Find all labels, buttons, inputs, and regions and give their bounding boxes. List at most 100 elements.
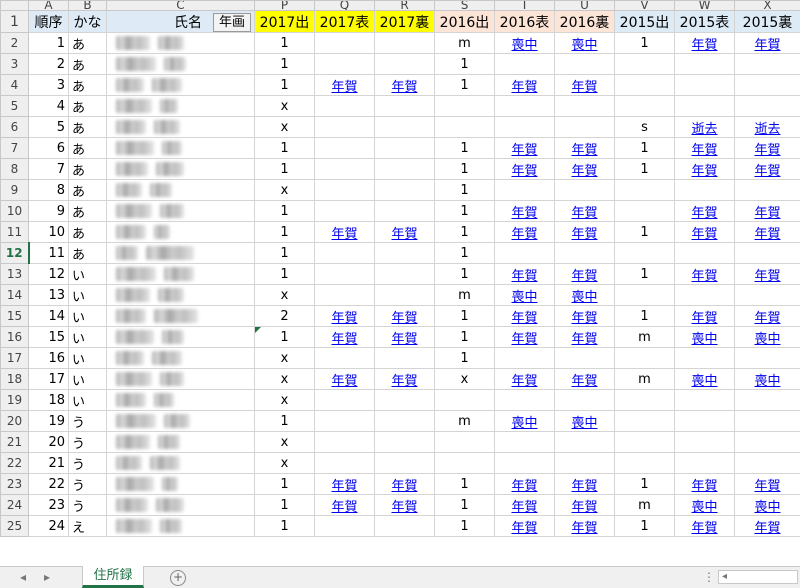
- name-cell[interactable]: [106, 137, 255, 159]
- name-cell[interactable]: [106, 452, 255, 474]
- 2017-front-cell[interactable]: [314, 389, 375, 411]
- 2015-out-cell[interactable]: 1: [614, 305, 675, 327]
- 2017-front-cell[interactable]: 年賀: [314, 74, 375, 96]
- 2017-back-cell[interactable]: [374, 95, 435, 117]
- row-header[interactable]: 25: [0, 515, 29, 537]
- kana-cell[interactable]: え: [68, 515, 107, 537]
- 2017-back-cell[interactable]: [374, 389, 435, 411]
- 2015-back-cell[interactable]: 年賀: [734, 137, 800, 159]
- 2016-out-cell[interactable]: 1: [434, 200, 495, 222]
- name-cell[interactable]: [106, 158, 255, 180]
- 2017-back-cell[interactable]: [374, 263, 435, 285]
- 2017-front-cell[interactable]: [314, 137, 375, 159]
- kana-cell[interactable]: あ: [68, 221, 107, 243]
- order-cell[interactable]: 3: [28, 74, 69, 96]
- name-cell[interactable]: [106, 74, 255, 96]
- row-header[interactable]: 9: [0, 179, 29, 201]
- 2016-back-cell[interactable]: 年賀: [554, 305, 615, 327]
- order-cell[interactable]: 10: [28, 221, 69, 243]
- header-cell-2015-out[interactable]: 2015出: [614, 10, 675, 33]
- column-header-b[interactable]: B: [68, 0, 107, 11]
- row-header[interactable]: 19: [0, 389, 29, 411]
- 2015-front-cell[interactable]: 年賀: [674, 263, 735, 285]
- 2015-front-cell[interactable]: [674, 179, 735, 201]
- 2015-front-cell[interactable]: [674, 74, 735, 96]
- row-header[interactable]: 7: [0, 137, 29, 159]
- row-header[interactable]: 21: [0, 431, 29, 453]
- 2016-out-cell[interactable]: m: [434, 284, 495, 306]
- 2015-back-cell[interactable]: 年賀: [734, 305, 800, 327]
- 2016-front-cell[interactable]: 年賀: [494, 137, 555, 159]
- 2015-back-cell[interactable]: [734, 389, 800, 411]
- order-cell[interactable]: 17: [28, 368, 69, 390]
- prev-sheet-arrow-icon[interactable]: ◂: [20, 570, 26, 584]
- 2017-back-cell[interactable]: 年賀: [374, 221, 435, 243]
- name-cell[interactable]: [106, 305, 255, 327]
- 2017-back-cell[interactable]: [374, 116, 435, 138]
- header-cell-2016-out[interactable]: 2016出: [434, 10, 495, 33]
- 2015-back-cell[interactable]: 年賀: [734, 473, 800, 495]
- row-header[interactable]: 12: [0, 242, 30, 264]
- 2015-out-cell[interactable]: [614, 389, 675, 411]
- name-cell[interactable]: [106, 389, 255, 411]
- 2017-out-cell[interactable]: 1: [254, 137, 315, 159]
- 2017-back-cell[interactable]: [374, 137, 435, 159]
- row-header[interactable]: 5: [0, 95, 29, 117]
- name-cell[interactable]: [106, 116, 255, 138]
- row-header[interactable]: 3: [0, 53, 29, 75]
- more-options-icon[interactable]: ⋮: [703, 570, 715, 584]
- kana-cell[interactable]: う: [68, 473, 107, 495]
- 2016-front-cell[interactable]: 年賀: [494, 158, 555, 180]
- 2017-back-cell[interactable]: [374, 32, 435, 54]
- row-header[interactable]: 17: [0, 347, 29, 369]
- 2015-front-cell[interactable]: [674, 242, 735, 264]
- 2017-front-cell[interactable]: [314, 116, 375, 138]
- kana-cell[interactable]: あ: [68, 200, 107, 222]
- row-header[interactable]: 13: [0, 263, 29, 285]
- name-cell[interactable]: [106, 200, 255, 222]
- 2015-out-cell[interactable]: 1: [614, 515, 675, 537]
- name-cell[interactable]: [106, 242, 255, 264]
- 2016-back-cell[interactable]: 喪中: [554, 410, 615, 432]
- 2015-back-cell[interactable]: [734, 410, 800, 432]
- 2015-front-cell[interactable]: [674, 431, 735, 453]
- 2015-out-cell[interactable]: m: [614, 368, 675, 390]
- 2017-back-cell[interactable]: [374, 53, 435, 75]
- column-header-u[interactable]: U: [554, 0, 615, 11]
- 2017-front-cell[interactable]: [314, 515, 375, 537]
- 2016-back-cell[interactable]: 年賀: [554, 200, 615, 222]
- 2015-back-cell[interactable]: [734, 284, 800, 306]
- 2016-out-cell[interactable]: 1: [434, 263, 495, 285]
- order-cell[interactable]: 19: [28, 410, 69, 432]
- 2015-out-cell[interactable]: [614, 242, 675, 264]
- name-cell[interactable]: [106, 431, 255, 453]
- row-header[interactable]: 10: [0, 200, 29, 222]
- 2016-out-cell[interactable]: 1: [434, 347, 495, 369]
- 2016-out-cell[interactable]: 1: [434, 158, 495, 180]
- 2017-back-cell[interactable]: 年賀: [374, 494, 435, 516]
- order-cell[interactable]: 11: [28, 242, 69, 264]
- row-header[interactable]: 4: [0, 74, 29, 96]
- 2016-front-cell[interactable]: 年賀: [494, 263, 555, 285]
- 2016-front-cell[interactable]: [494, 95, 555, 117]
- 2017-front-cell[interactable]: 年賀: [314, 326, 375, 348]
- 2017-front-cell[interactable]: [314, 53, 375, 75]
- 2017-front-cell[interactable]: 年賀: [314, 473, 375, 495]
- 2015-front-cell[interactable]: 喪中: [674, 326, 735, 348]
- 2017-out-cell[interactable]: x: [254, 389, 315, 411]
- order-cell[interactable]: 7: [28, 158, 69, 180]
- column-header-v[interactable]: V: [614, 0, 675, 11]
- 2015-out-cell[interactable]: [614, 179, 675, 201]
- kana-cell[interactable]: い: [68, 326, 107, 348]
- 2016-out-cell[interactable]: [434, 389, 495, 411]
- header-cell-2015-back[interactable]: 2015裏: [734, 10, 800, 33]
- kana-cell[interactable]: あ: [68, 32, 107, 54]
- 2015-out-cell[interactable]: [614, 452, 675, 474]
- 2016-front-cell[interactable]: 年賀: [494, 305, 555, 327]
- 2016-front-cell[interactable]: 年賀: [494, 515, 555, 537]
- row-header[interactable]: 2: [0, 32, 29, 54]
- 2015-front-cell[interactable]: [674, 95, 735, 117]
- 2016-out-cell[interactable]: m: [434, 32, 495, 54]
- 2015-front-cell[interactable]: 年賀: [674, 137, 735, 159]
- 2015-back-cell[interactable]: 年賀: [734, 200, 800, 222]
